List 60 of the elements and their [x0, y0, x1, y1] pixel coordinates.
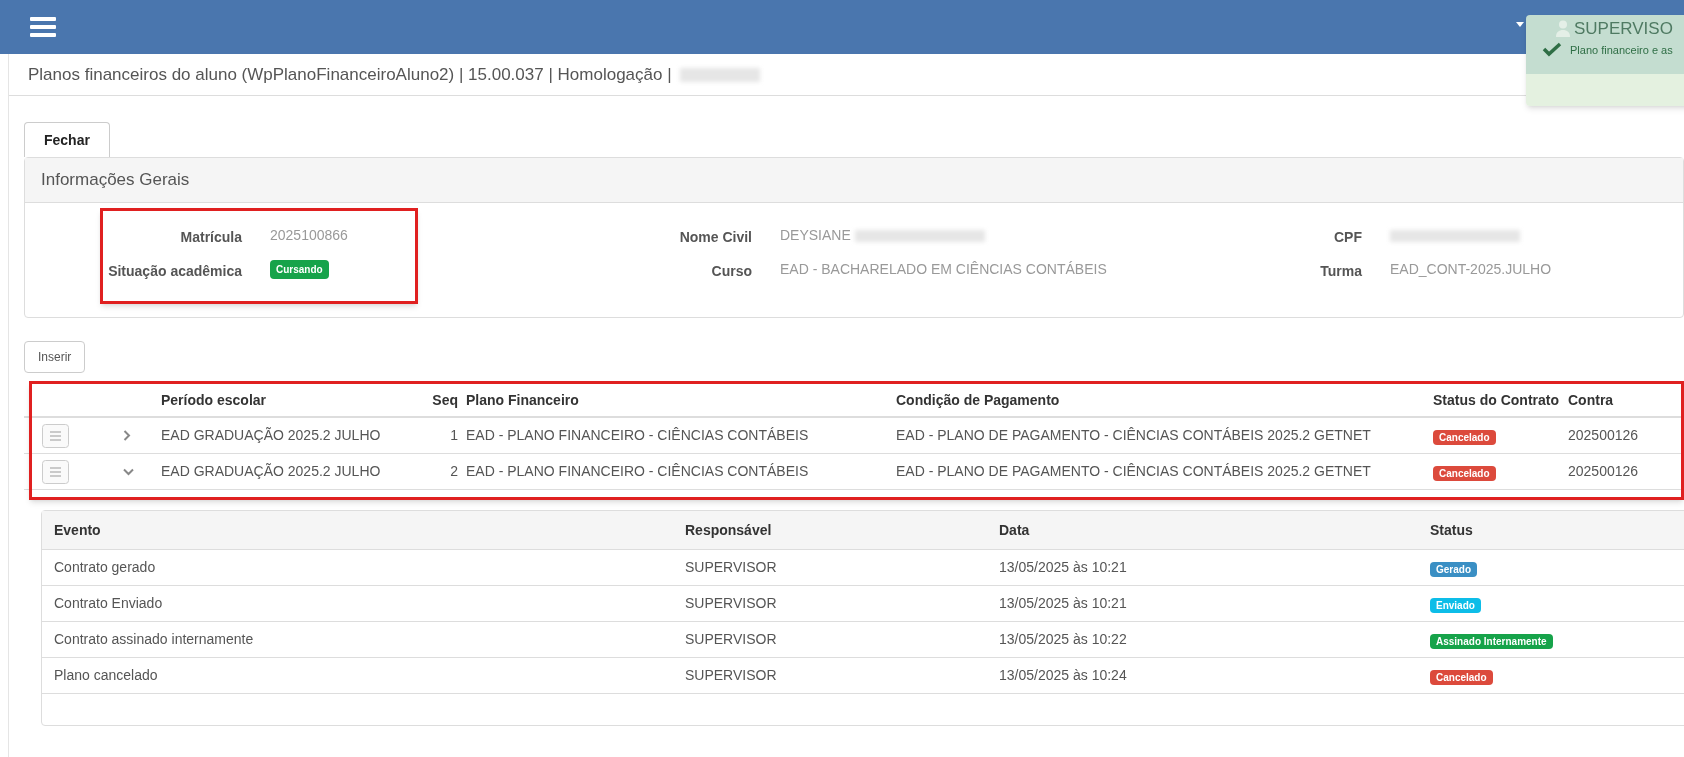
- field-value: DEYSIANE: [780, 226, 851, 245]
- column-header: Contra: [1568, 390, 1615, 410]
- table-cell-text: 13/05/2025 às 10:21: [999, 558, 1128, 577]
- table-cell-text: SUPERVISOR: [685, 594, 778, 613]
- close-button[interactable]: Fechar: [24, 122, 110, 157]
- status-badge: Cancelado: [1433, 465, 1496, 481]
- status-badge: Cancelado: [1433, 429, 1496, 445]
- table-cell-text: Plano cancelado: [54, 666, 159, 685]
- field-label: Nome Civil: [679, 228, 752, 244]
- status-badge: Assinado Internamente: [1430, 633, 1553, 649]
- user-icon: [1556, 20, 1570, 38]
- column-header: Data: [999, 520, 1031, 540]
- table-cell-text: EAD - PLANO FINANCEIRO - CIÊNCIAS CONTÁBEIS: [466, 426, 810, 445]
- column-header: Status: [1430, 520, 1474, 540]
- table-cell-text: 13/05/2025 às 10:24: [999, 666, 1128, 685]
- menu-icon[interactable]: [30, 16, 56, 38]
- table-cell-text: EAD GRADUAÇÃO 2025.2 JULHO: [161, 426, 382, 445]
- table-cell-text: 202500126: [1568, 462, 1640, 481]
- table-cell-text: 202500126: [1568, 426, 1640, 445]
- table-cell-text: Contrato assinado internamente: [54, 630, 255, 649]
- field-label: Matrícula: [180, 228, 242, 244]
- panel-title: Informações Gerais: [25, 158, 1683, 203]
- table-cell-text: Contrato gerado: [54, 558, 157, 577]
- column-header: Evento: [54, 520, 102, 540]
- field-label: CPF: [1334, 228, 1362, 244]
- table-cell-text: EAD - PLANO DE PAGAMENTO - CIÊNCIAS CONTÁBEIS 2025.2 GETNET: [896, 462, 1372, 481]
- chevron-right-icon[interactable]: [123, 430, 131, 441]
- table-cell-text: 13/05/2025 às 10:21: [999, 594, 1128, 613]
- insert-button[interactable]: Inserir: [24, 341, 86, 373]
- field-label: Curso: [711, 262, 752, 278]
- field-label: Turma: [1320, 262, 1362, 278]
- status-badge: Cursando: [270, 260, 329, 279]
- caret-icon[interactable]: [1516, 22, 1524, 27]
- field-value: 2025100866: [270, 226, 348, 245]
- column-header: Seq: [431, 390, 459, 410]
- status-badge: Cancelado: [1430, 669, 1493, 685]
- checkmark-icon: [1542, 42, 1562, 58]
- table-cell-text: EAD GRADUAÇÃO 2025.2 JULHO: [161, 462, 382, 481]
- field-value: EAD_CONT-2025.JULHO: [1390, 260, 1552, 279]
- column-header: Status do Contrato: [1433, 390, 1560, 410]
- page-title: Planos financeiros do aluno (WpPlanoFinanceiroAluno2) | 15.00.037 | Homologação |: [28, 63, 672, 86]
- table-cell-text: SUPERVISOR: [685, 666, 778, 685]
- table-cell-text: EAD - PLANO FINANCEIRO - CIÊNCIAS CONTÁBEIS: [466, 462, 810, 481]
- column-header: Plano Financeiro: [466, 390, 580, 410]
- column-header: Período escolar: [161, 390, 268, 410]
- table-cell-text: 1: [449, 426, 459, 445]
- chevron-down-icon[interactable]: [123, 467, 134, 476]
- table-cell-text: 13/05/2025 às 10:22: [999, 630, 1128, 649]
- status-badge: Gerado: [1430, 561, 1477, 577]
- table-cell-text: SUPERVISOR: [685, 558, 778, 577]
- toast-message: Plano financeiro e as: [1570, 42, 1673, 58]
- table-cell-text: EAD - PLANO DE PAGAMENTO - CIÊNCIAS CONTÁBEIS 2025.2 GETNET: [896, 426, 1372, 445]
- field-label: Situação acadêmica: [108, 262, 242, 278]
- column-header: Condição de Pagamento: [896, 390, 1061, 410]
- table-cell-text: SUPERVISOR: [685, 630, 778, 649]
- column-header: Responsável: [685, 520, 773, 540]
- table-cell-text: 2: [449, 462, 459, 481]
- field-value: EAD - BACHARELADO EM CIÊNCIAS CONTÁBEIS: [780, 260, 1107, 279]
- table-cell-text: Contrato Enviado: [54, 594, 164, 613]
- status-badge: Enviado: [1430, 597, 1481, 613]
